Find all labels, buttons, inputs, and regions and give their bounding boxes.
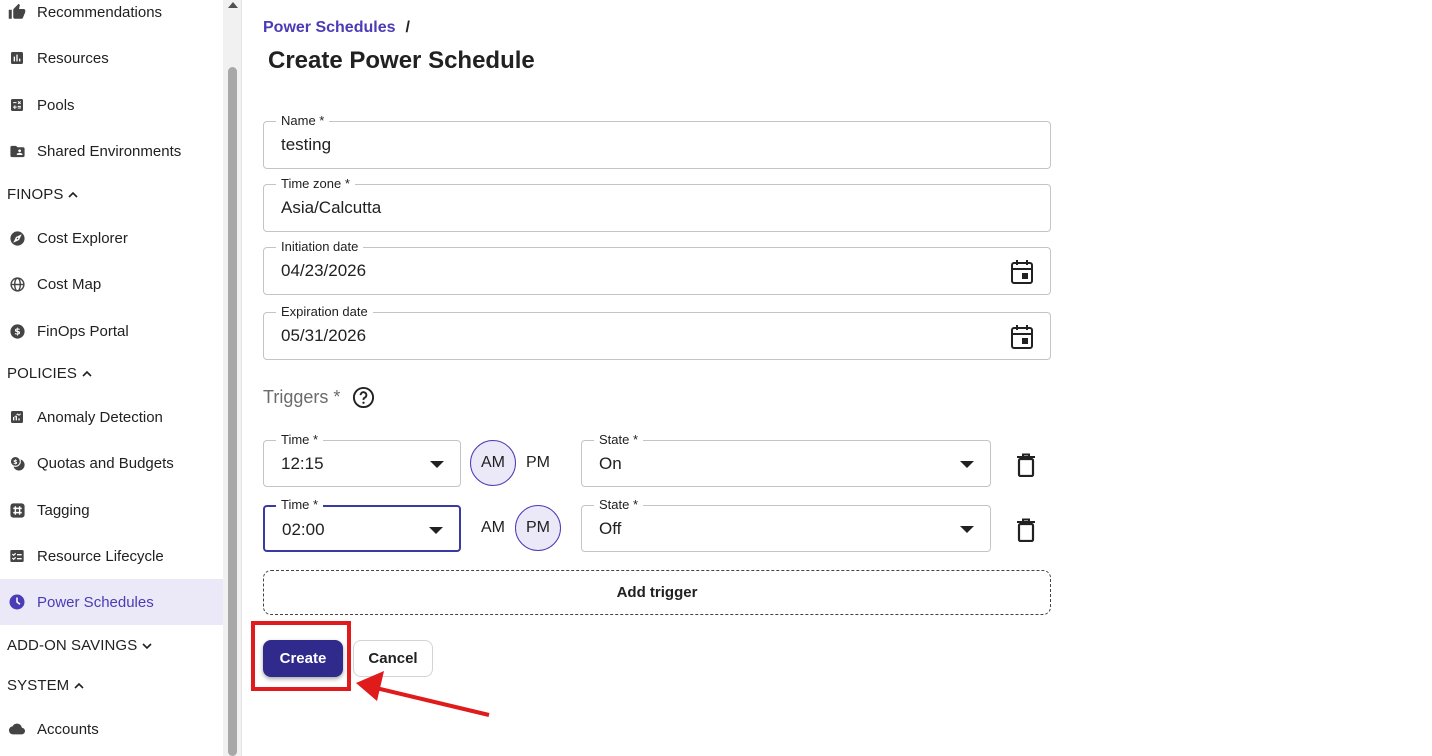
sidebar-item-label: Resource Lifecycle <box>37 547 164 565</box>
trigger-1-am-toggle[interactable]: AM <box>470 440 516 486</box>
sidebar-item-cost-map[interactable]: Cost Map <box>0 261 223 307</box>
sidebar-item-label: Anomaly Detection <box>37 408 163 426</box>
trigger-2-am-toggle[interactable]: AM <box>470 505 516 551</box>
svg-text:$: $ <box>13 457 17 465</box>
name-field[interactable]: Name * testing <box>263 112 1051 169</box>
annotation-arrow-icon <box>356 671 490 717</box>
state-label: State * <box>594 431 644 449</box>
caret-down-icon <box>960 526 974 533</box>
trigger-2-time-select[interactable]: Time * 02:00 <box>263 496 461 552</box>
sidebar-item-resource-lifecycle[interactable]: Resource Lifecycle <box>0 533 223 579</box>
state-value: On <box>599 454 622 473</box>
trigger-1-pm-toggle[interactable]: PM <box>515 440 561 486</box>
calendar-icon[interactable] <box>1010 324 1034 350</box>
sidebar-item-label: Quotas and Budgets <box>37 454 174 472</box>
calendar-icon[interactable] <box>1010 259 1034 285</box>
folder-user-icon <box>8 142 26 160</box>
initiation-date-value: 04/23/2026 <box>281 261 367 280</box>
expiration-date-field[interactable]: Expiration date 05/31/2026 <box>263 303 1051 360</box>
breadcrumb: Power Schedules / <box>263 19 410 37</box>
chevron-up-icon <box>68 190 79 200</box>
sidebar-item-recommendations[interactable]: Recommendations <box>0 0 223 35</box>
section-add-on-savings[interactable]: ADD-ON SAVINGS <box>7 637 152 654</box>
thumbs-up-icon <box>8 3 26 21</box>
name-value: testing <box>281 135 332 154</box>
sidebar: Recommendations Resources Pools Shared E… <box>0 0 223 756</box>
trigger-1-time-select[interactable]: Time * 12:15 <box>263 431 461 487</box>
sidebar-item-accounts[interactable]: Accounts <box>0 706 223 752</box>
timezone-label: Time zone * <box>276 175 355 193</box>
sidebar-item-quotas-budgets[interactable]: $ Quotas and Budgets <box>0 440 223 486</box>
sidebar-item-label: Recommendations <box>37 3 163 21</box>
sidebar-item-shared-environments[interactable]: Shared Environments <box>0 128 223 174</box>
sidebar-item-label: Accounts <box>37 720 99 738</box>
page-title: Create Power Schedule <box>268 47 535 74</box>
sidebar-item-cost-explorer[interactable]: Cost Explorer <box>0 215 223 261</box>
sidebar-item-label: Cost Explorer <box>37 229 128 247</box>
sidebar-item-resources[interactable]: Resources <box>0 35 223 81</box>
sidebar-item-finops-portal[interactable]: $ FinOps Portal <box>0 308 223 354</box>
sidebar-item-anomaly-detection[interactable]: Anomaly Detection <box>0 394 223 440</box>
trigger-2-state-select[interactable]: State * Off <box>581 496 991 552</box>
globe-icon <box>8 275 26 293</box>
caret-down-icon <box>960 461 974 468</box>
timezone-field[interactable]: Time zone * Asia/Calcutta <box>263 175 1051 232</box>
trend-chart-icon <box>8 408 26 426</box>
time-value: 12:15 <box>281 454 324 473</box>
expiration-date-label: Expiration date <box>276 303 373 321</box>
sidebar-item-label: Cost Map <box>37 275 102 293</box>
triggers-label: Triggers * <box>263 387 341 407</box>
sidebar-item-label: Shared Environments <box>37 142 182 160</box>
calculator-icon <box>8 96 26 114</box>
section-policies[interactable]: POLICIES <box>7 365 92 382</box>
svg-text:$: $ <box>14 326 20 337</box>
add-trigger-button[interactable]: Add trigger <box>263 570 1051 615</box>
bar-chart-icon <box>8 49 26 67</box>
checklist-icon <box>8 547 26 565</box>
sidebar-item-label: Resources <box>37 49 109 67</box>
section-system[interactable]: SYSTEM <box>7 677 84 694</box>
sidebar-item-label: Pools <box>37 96 75 114</box>
help-icon[interactable] <box>352 386 375 409</box>
trash-icon[interactable] <box>1016 453 1036 478</box>
chevron-up-icon <box>82 369 92 379</box>
sidebar-item-pools[interactable]: Pools <box>0 82 223 128</box>
time-label: Time * <box>276 496 324 514</box>
chevron-down-icon <box>142 641 152 651</box>
compass-icon <box>8 229 26 247</box>
sidebar-item-power-schedules[interactable]: Power Schedules <box>0 579 223 625</box>
timezone-value: Asia/Calcutta <box>281 198 382 217</box>
breadcrumb-separator: / <box>405 19 410 36</box>
caret-down-icon <box>429 527 443 534</box>
cloud-icon <box>8 720 26 738</box>
sidebar-item-tagging[interactable]: Tagging <box>0 487 223 533</box>
sidebar-item-label: FinOps Portal <box>37 322 129 340</box>
initiation-date-field[interactable]: Initiation date 04/23/2026 <box>263 238 1051 295</box>
caret-down-icon <box>430 461 444 468</box>
breadcrumb-link-power-schedules[interactable]: Power Schedules <box>263 19 396 37</box>
state-label: State * <box>594 496 644 514</box>
expiration-date-value: 05/31/2026 <box>281 326 367 345</box>
name-label: Name * <box>276 112 330 130</box>
coins-icon: $ <box>8 454 26 472</box>
trigger-2-pm-toggle[interactable]: PM <box>515 505 561 551</box>
dollar-icon: $ <box>8 322 26 340</box>
state-value: Off <box>599 519 622 538</box>
annotation-highlight-box <box>251 621 351 691</box>
section-finops[interactable]: FINOPS <box>7 186 79 203</box>
sidebar-item-label: Tagging <box>37 501 90 519</box>
initiation-date-label: Initiation date <box>276 238 364 256</box>
sidebar-item-label: Power Schedules <box>37 593 154 611</box>
scrollbar-thumb[interactable] <box>228 67 237 756</box>
time-label: Time * <box>276 431 324 449</box>
time-value: 02:00 <box>282 520 325 539</box>
trigger-1-state-select[interactable]: State * On <box>581 431 991 487</box>
chevron-up-icon <box>74 681 84 691</box>
clock-icon <box>8 593 26 611</box>
scroll-up-arrow-icon[interactable] <box>228 2 238 8</box>
hash-icon <box>8 501 26 519</box>
trash-icon[interactable] <box>1016 518 1036 543</box>
